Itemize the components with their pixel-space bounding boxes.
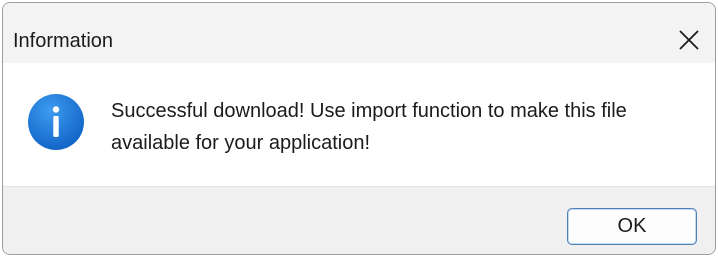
ok-button[interactable]: OK [567, 208, 697, 245]
window-title: Information [13, 30, 114, 52]
close-button[interactable] [669, 21, 709, 59]
info-icon [27, 93, 85, 151]
dialog-message: Successful download! Use import function… [111, 100, 627, 154]
information-dialog: Information Successful download! Use imp… [2, 2, 716, 255]
dialog-content: Successful download! Use import function… [3, 63, 715, 186]
close-icon [678, 29, 700, 51]
title-bar[interactable]: Information [3, 3, 715, 63]
button-bar: OK [3, 186, 715, 254]
